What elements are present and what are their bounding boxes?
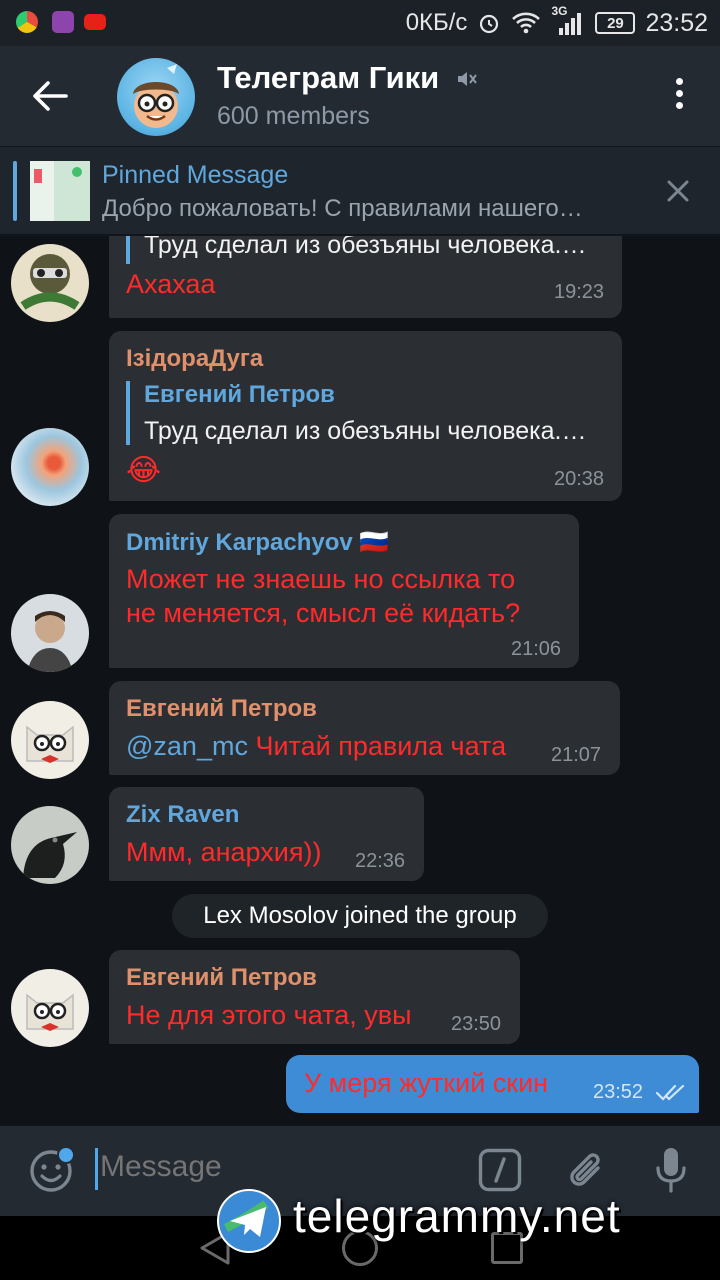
pinned-text: Добро пожаловать! С правилами нашего… <box>102 195 583 222</box>
service-message: Lex Mosolov joined the group <box>172 894 548 938</box>
pinned-thumbnail <box>30 161 90 221</box>
geek-face-icon <box>133 64 179 128</box>
chrome-beta-icon <box>16 11 38 33</box>
attach-icon[interactable] <box>568 1148 608 1194</box>
message-time: 22:36 <box>355 850 406 872</box>
text-cursor <box>95 1148 98 1190</box>
avatar[interactable] <box>11 594 89 672</box>
avatar[interactable] <box>11 701 89 779</box>
pinned-title: Pinned Message <box>102 161 289 189</box>
sender-name[interactable]: Dmitriy Karpachyov 🇷🇺 <box>126 528 389 557</box>
pinned-message-bar[interactable]: Pinned Message Добро пожаловать! С прави… <box>0 147 720 235</box>
double-check-icon <box>656 1084 685 1101</box>
message-bubble[interactable]: ІзідораДуга Евгений Петров Труд сделал и… <box>109 331 622 501</box>
message-time: 20:38 <box>554 468 605 490</box>
reply-text: Труд сделал из обезъяны человека.… <box>144 236 587 259</box>
message-text-line: не меняется, смысл её кидать? <box>126 598 521 628</box>
close-icon[interactable] <box>666 179 690 203</box>
avatar[interactable] <box>11 806 89 884</box>
sender-name[interactable]: Евгений Петров <box>126 964 317 992</box>
more-vert-icon[interactable] <box>676 78 684 114</box>
message-time: 21:06 <box>511 638 562 660</box>
bot-command-icon[interactable] <box>478 1148 522 1192</box>
microphone-icon[interactable] <box>656 1146 686 1194</box>
message-text-line: Может не знаешь но ссылка то <box>126 564 516 594</box>
wifi-icon <box>512 12 541 34</box>
message-time: 23:50 <box>451 1013 502 1035</box>
network-speed: 0КБ/с <box>405 9 468 36</box>
signal-icon: 3G <box>551 4 585 36</box>
message-bubble[interactable]: Труд сделал из обезъяны человека.… Ахаха… <box>109 236 622 318</box>
alarm-icon <box>480 14 499 34</box>
watermark-text: telegrammy.net <box>293 1190 621 1242</box>
message-time: 21:07 <box>551 744 602 766</box>
outgoing-message-bubble[interactable]: У меря жуткий скин 23:52 <box>286 1055 699 1113</box>
mention-link[interactable]: @zan_mc <box>126 731 248 761</box>
sender-name[interactable]: Zix Raven <box>126 801 239 829</box>
clock: 23:52 <box>645 8 708 37</box>
message-input[interactable] <box>100 1150 440 1184</box>
message-time: 19:23 <box>554 281 605 303</box>
message-bubble[interactable]: Zix Raven Ммм, анархия)) 22:36 <box>109 787 424 881</box>
notification-dot <box>57 1146 75 1164</box>
message-bubble[interactable]: Dmitriy Karpachyov 🇷🇺 Может не знаешь но… <box>109 514 579 668</box>
message-time: 23:52 <box>593 1081 644 1103</box>
message-bubble[interactable]: Евгений Петров @zan_mc Читай правила чат… <box>109 681 620 775</box>
sender-name[interactable]: Евгений Петров <box>126 695 317 723</box>
message-text: Ахахаа <box>126 269 216 299</box>
message-bubble[interactable]: Евгений Петров Не для этого чата, увы 23… <box>109 950 520 1044</box>
reply-sender: Евгений Петров <box>144 381 335 408</box>
message-text: Ммм, анархия)) <box>126 837 322 867</box>
muted-icon <box>458 72 477 86</box>
message-text: У меря жуткий скин <box>304 1068 549 1098</box>
youtube-icon <box>84 14 106 30</box>
status-bar: 0КБ/с 3G 29 23:52 <box>0 0 720 46</box>
pinned-accent-line <box>13 161 17 221</box>
reply-quote[interactable]: Труд сделал из обезъяны человека.… <box>126 236 586 264</box>
message-emoji: 😂 <box>126 454 162 487</box>
chat-title[interactable]: Телеграм Гики <box>217 60 439 96</box>
message-text: Читай правила чата <box>247 731 507 761</box>
reply-text: Труд сделал из обезъяны человека.… <box>144 417 587 445</box>
message-list[interactable]: Труд сделал из обезъяны человека.… Ахаха… <box>0 236 720 1126</box>
message-text: Не для этого чата, увы <box>126 1000 412 1030</box>
chat-avatar[interactable] <box>117 58 195 136</box>
member-count: 600 members <box>217 102 370 130</box>
avatar[interactable] <box>11 428 89 506</box>
sender-name[interactable]: ІзідораДуга <box>126 345 263 373</box>
chat-header: Телеграм Гики 600 members <box>0 46 720 146</box>
back-arrow-icon[interactable] <box>28 74 72 118</box>
battery-indicator: 29 <box>595 12 636 34</box>
avatar[interactable] <box>11 969 89 1047</box>
telegram-logo-icon <box>217 1189 281 1253</box>
gallery-icon <box>52 11 74 33</box>
reply-quote[interactable]: Евгений Петров Труд сделал из обезъяны ч… <box>126 381 586 445</box>
avatar[interactable] <box>11 244 89 322</box>
